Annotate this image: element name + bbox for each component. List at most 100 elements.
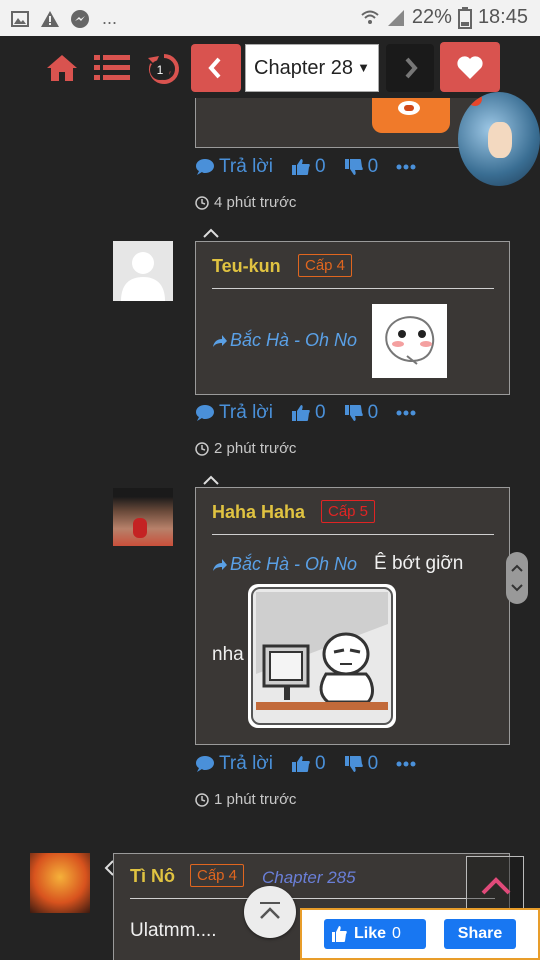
like-button[interactable]: 0 (291, 156, 326, 178)
level-badge: Cấp 4 (298, 254, 353, 277)
history-badge: 1 (150, 60, 170, 80)
comment-username[interactable]: Tì Nô (130, 866, 175, 887)
comment-text: Ulatmm.... (130, 920, 217, 941)
timestamp-text: 4 phút trước (214, 194, 297, 211)
home-icon[interactable] (46, 54, 78, 82)
status-bar: ... 22% 18:45 (0, 0, 540, 36)
scroll-handle[interactable] (506, 552, 528, 604)
messenger-icon (71, 9, 89, 28)
thumbs-down-icon (344, 405, 363, 421)
caret-up-icon (203, 228, 219, 238)
comment-divider (212, 534, 494, 535)
comment-text: Ê bớt giỡn (374, 553, 464, 574)
more-options-button[interactable] (396, 410, 416, 416)
comment-actions: Trả lời 0 0 (195, 402, 434, 424)
timestamp-text: 2 phút trước (214, 440, 297, 457)
battery-percent: 22% (411, 6, 452, 28)
dislike-button[interactable]: 0 (344, 402, 379, 424)
more-dots-icon (396, 761, 416, 767)
comment-text-continued: nha (212, 644, 244, 665)
comments-section: Trả lời 0 0 4 phút trước Teu-kun Cấp 4 B… (0, 98, 540, 960)
dislike-count: 0 (367, 753, 379, 774)
collapse-button[interactable] (244, 886, 296, 938)
like-button[interactable]: 0 (291, 402, 326, 424)
caret-up-icon (203, 475, 219, 485)
comment-box: Haha Haha Cấp 5 Bắc Hà - Oh No Ê bớt giỡ… (195, 487, 510, 745)
reply-button[interactable]: Trả lời (195, 156, 273, 178)
comment-timestamp: 4 phút trước (195, 194, 296, 211)
facebook-like-count: 0 (392, 925, 401, 942)
warning-icon (41, 10, 59, 27)
comment-bubble-icon (196, 756, 214, 772)
level-badge: Cấp 4 (190, 864, 245, 887)
reply-button[interactable]: Trả lời (195, 402, 273, 424)
thumbs-up-icon (291, 159, 310, 175)
comment-timestamp: 1 phút trước (195, 791, 296, 808)
dislike-button[interactable]: 0 (344, 156, 379, 178)
floating-ad-bubble[interactable] (458, 92, 540, 186)
previous-chapter-button[interactable] (191, 44, 241, 92)
facebook-like-button[interactable]: Like 0 (324, 919, 426, 949)
chapter-link[interactable]: Chapter 285 (262, 868, 356, 888)
comment-divider (130, 898, 495, 899)
like-count: 0 (314, 402, 326, 423)
history-button[interactable]: 1 (146, 52, 182, 86)
facebook-like-label: Like (354, 925, 387, 942)
comment-timestamp: 2 phút trước (195, 440, 296, 457)
next-chapter-button[interactable] (386, 44, 434, 92)
timestamp-text: 1 phút trước (214, 791, 297, 808)
chapter-list-icon[interactable] (94, 54, 130, 82)
reply-button[interactable]: Trả lời (195, 753, 273, 775)
wifi-icon (361, 10, 379, 24)
scroll-arrows-icon (511, 564, 523, 592)
comment-divider (212, 288, 494, 289)
sticker-image (372, 98, 450, 133)
thumbs-up-icon (291, 405, 310, 421)
dislike-count: 0 (367, 156, 379, 177)
like-count: 0 (314, 753, 326, 774)
chapter-select[interactable]: Chapter 28 ▼ (245, 44, 379, 92)
scroll-top-button[interactable] (466, 856, 524, 914)
comment-actions: Trả lời 0 0 (195, 753, 434, 775)
like-button[interactable]: 0 (291, 753, 326, 775)
chapter-nav-bar: 1 Chapter 28 ▼ (0, 36, 540, 98)
caret-up-bar-icon (260, 902, 280, 919)
level-badge: Cấp 5 (321, 500, 376, 523)
reply-label: Trả lời (219, 753, 273, 774)
follow-button[interactable] (440, 42, 500, 92)
clock-icon (195, 792, 209, 807)
comment-username[interactable]: Teu-kun (212, 256, 281, 277)
thumbs-up-icon (291, 756, 310, 772)
thumbs-down-icon (344, 159, 363, 175)
dropdown-arrow-icon: ▼ (357, 60, 370, 75)
comment-username[interactable]: Haha Haha (212, 502, 305, 523)
more-options-button[interactable] (396, 164, 416, 170)
comment-bubble-icon (196, 405, 214, 421)
more-options-button[interactable] (396, 761, 416, 767)
computer-meme-sticker (251, 587, 393, 725)
more-dots-icon (396, 410, 416, 416)
like-count: 0 (314, 156, 326, 177)
comment-box: Teu-kun Cấp 4 Bắc Hà - Oh No (195, 241, 510, 395)
heart-icon (457, 56, 483, 79)
reply-label: Trả lời (219, 156, 273, 177)
blushing-face-sticker (385, 316, 435, 365)
reply-mention[interactable]: Bắc Hà - Oh No (212, 330, 357, 351)
avatar[interactable] (30, 853, 90, 913)
comment-actions: Trả lời 0 0 (195, 156, 434, 178)
chapter-select-value: Chapter 28 (254, 57, 353, 79)
sticker-image (372, 304, 447, 378)
reply-mention[interactable]: Bắc Hà - Oh No (212, 554, 357, 575)
clock-icon (195, 195, 209, 210)
clock-icon (195, 441, 209, 456)
more-dots-icon (396, 164, 416, 170)
share-arrow-icon (213, 558, 227, 571)
share-arrow-icon (213, 334, 227, 347)
thumbs-up-icon (332, 926, 347, 942)
reply-label: Trả lời (219, 402, 273, 423)
dislike-button[interactable]: 0 (344, 753, 379, 775)
avatar[interactable] (113, 241, 173, 301)
dislike-count: 0 (367, 402, 379, 423)
avatar[interactable] (113, 488, 173, 546)
facebook-share-button[interactable]: Share (444, 919, 516, 949)
